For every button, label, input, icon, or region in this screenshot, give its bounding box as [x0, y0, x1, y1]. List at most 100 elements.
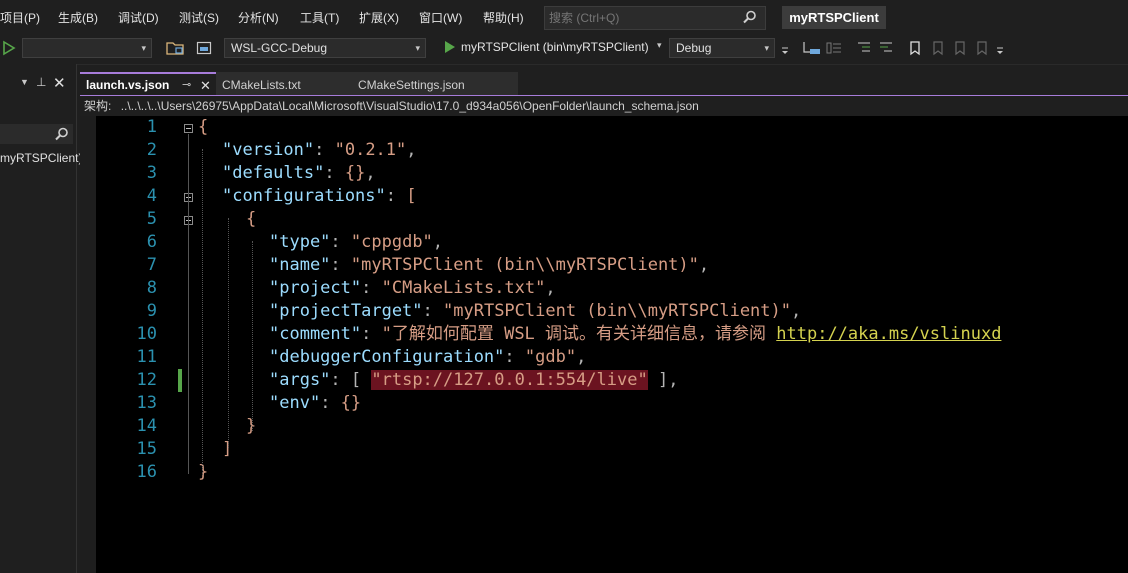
- indent-guide: [228, 218, 229, 448]
- run-icon[interactable]: [444, 40, 456, 54]
- folder-icon[interactable]: [166, 40, 184, 56]
- tab-label: launch.vs.json: [86, 78, 170, 92]
- json-key: "project": [269, 278, 362, 298]
- menu-help[interactable]: 帮助(H): [483, 9, 524, 26]
- empty-combo[interactable]: ▾: [22, 38, 152, 58]
- close-panel-icon[interactable]: ✕: [53, 74, 66, 92]
- tree-item-project[interactable]: myRTSPClient): [0, 151, 82, 165]
- json-key: "args": [269, 370, 331, 390]
- build-mode-combo[interactable]: Debug ▾: [669, 38, 775, 58]
- panel-dropdown-icon[interactable]: ▼: [20, 77, 29, 87]
- line-number: 3: [146, 163, 157, 183]
- solution-title: myRTSPClient: [782, 6, 886, 29]
- json-key: "version": [222, 140, 315, 160]
- json-string: "0.2.1": [334, 140, 407, 160]
- format-icon[interactable]: [826, 40, 842, 56]
- search-icon[interactable]: [55, 127, 69, 141]
- chevron-down-icon: ▾: [764, 43, 769, 53]
- tab-label: CMakeLists.txt: [222, 78, 301, 92]
- menu-extensions[interactable]: 扩展(X): [359, 9, 399, 26]
- json-punctuation: ,: [365, 163, 376, 183]
- json-punctuation: ,: [576, 347, 587, 367]
- code-line[interactable]: {: [198, 116, 208, 139]
- line-number: 10: [136, 324, 157, 344]
- code-line[interactable]: "version": "0.2.1",: [222, 139, 417, 162]
- line-number: 9: [146, 301, 157, 321]
- configuration-combo[interactable]: WSL-GCC-Debug ▾: [224, 38, 426, 58]
- json-string: "cppgdb": [350, 232, 433, 252]
- json-punctuation: :: [361, 324, 382, 344]
- comment-link[interactable]: http://aka.ms/vslinuxd: [776, 324, 1001, 344]
- code-line[interactable]: "type": "cppgdb",: [269, 231, 443, 254]
- pin-icon[interactable]: ⊸: [182, 74, 191, 97]
- tab-launch-vs-json[interactable]: launch.vs.json ⊸ ✕: [80, 72, 216, 95]
- code-line[interactable]: "name": "myRTSPClient (bin\\myRTSPClient…: [269, 254, 709, 277]
- pin-icon[interactable]: ⊥: [36, 75, 46, 89]
- menu-debug[interactable]: 调试(D): [118, 9, 159, 26]
- start-debug-icon[interactable]: [2, 40, 16, 56]
- menu-build[interactable]: 生成(B): [58, 9, 98, 26]
- code-line[interactable]: "debuggerConfiguration": "gdb",: [269, 346, 586, 369]
- code-line[interactable]: {: [246, 208, 256, 231]
- bookmark-icon[interactable]: [908, 40, 922, 56]
- code-line[interactable]: "defaults": {},: [222, 162, 376, 185]
- code-line[interactable]: "project": "CMakeLists.txt",: [269, 277, 556, 300]
- line-number: 4: [146, 186, 157, 206]
- menu-tools[interactable]: 工具(T): [300, 9, 339, 26]
- start-target-dropdown-icon[interactable]: ▾: [657, 40, 662, 51]
- json-key: "name": [269, 255, 331, 275]
- overflow-icon[interactable]: [781, 46, 789, 56]
- fold-toggle-icon[interactable]: [184, 124, 193, 133]
- json-punctuation: :: [330, 232, 351, 252]
- json-bracket: {: [198, 117, 209, 137]
- json-bracket: {: [246, 209, 257, 229]
- code-line[interactable]: "env": {}: [269, 392, 361, 415]
- next-bookmark-icon[interactable]: [952, 40, 968, 56]
- code-line[interactable]: "projectTarget": "myRTSPClient (bin\\myR…: [269, 300, 801, 323]
- change-marker: [178, 369, 182, 392]
- json-punctuation: :: [320, 393, 341, 413]
- json-key: "comment": [269, 324, 362, 344]
- json-punctuation: :: [422, 301, 444, 321]
- json-bracket: [: [406, 186, 417, 206]
- json-key: "env": [269, 393, 321, 413]
- search-icon[interactable]: [743, 10, 757, 24]
- menu-analyze[interactable]: 分析(N): [238, 9, 279, 26]
- json-punctuation: ,: [406, 140, 417, 160]
- menu-project[interactable]: 项目(P): [0, 9, 40, 26]
- menu-bar: 项目(P) 生成(B) 调试(D) 测试(S) 分析(N) 工具(T) 扩展(X…: [0, 0, 1128, 34]
- menu-window[interactable]: 窗口(W): [419, 9, 462, 26]
- schema-label: 架构:: [84, 99, 112, 113]
- prev-bookmark-icon[interactable]: [930, 40, 946, 56]
- line-number: 11: [136, 347, 157, 367]
- schema-path[interactable]: ..\..\..\..\Users\26975\AppData\Local\Mi…: [121, 99, 699, 113]
- search-box[interactable]: [544, 6, 766, 30]
- json-punctuation: ,: [791, 301, 802, 321]
- line-number: 8: [146, 278, 157, 298]
- json-punctuation: :: [330, 255, 351, 275]
- json-punctuation: :: [385, 186, 407, 206]
- tab-label: CMakeSettings.json: [358, 78, 465, 92]
- close-tab-icon[interactable]: ✕: [200, 74, 211, 97]
- json-punctuation: :: [361, 278, 382, 298]
- uncomment-lines-icon[interactable]: [878, 40, 894, 56]
- code-line[interactable]: "comment": "了解如何配置 WSL 调试。有关详细信息，请参阅 htt…: [269, 323, 1001, 346]
- code-line[interactable]: "configurations": [: [222, 185, 417, 208]
- tab-cmakelists[interactable]: CMakeLists.txt: [216, 72, 352, 95]
- toolbar-overflow-icon[interactable]: [996, 46, 1004, 56]
- tab-cmakesettings[interactable]: CMakeSettings.json: [352, 72, 518, 95]
- clear-bookmarks-icon[interactable]: [974, 40, 990, 56]
- comment-lines-icon[interactable]: [856, 40, 872, 56]
- panel-search-box[interactable]: [0, 124, 73, 144]
- menu-test[interactable]: 测试(S): [179, 9, 219, 26]
- target-view-icon[interactable]: [196, 40, 212, 56]
- indent-guide: [202, 149, 203, 475]
- code-line[interactable]: }: [198, 461, 208, 484]
- code-line[interactable]: "args": [ "rtsp://127.0.0.1:554/live" ],: [269, 369, 678, 392]
- search-input[interactable]: [549, 10, 729, 25]
- start-target-label[interactable]: myRTSPClient (bin\myRTSPClient): [461, 40, 649, 54]
- json-punctuation: : [: [330, 370, 372, 390]
- json-key: "defaults": [222, 163, 325, 183]
- step-icon[interactable]: [802, 40, 822, 56]
- code-editor[interactable]: 1 2 3 4 5 6 7 8 9 10 11 12 13 14 15 16 {"version": "0.2…: [80, 116, 1128, 573]
